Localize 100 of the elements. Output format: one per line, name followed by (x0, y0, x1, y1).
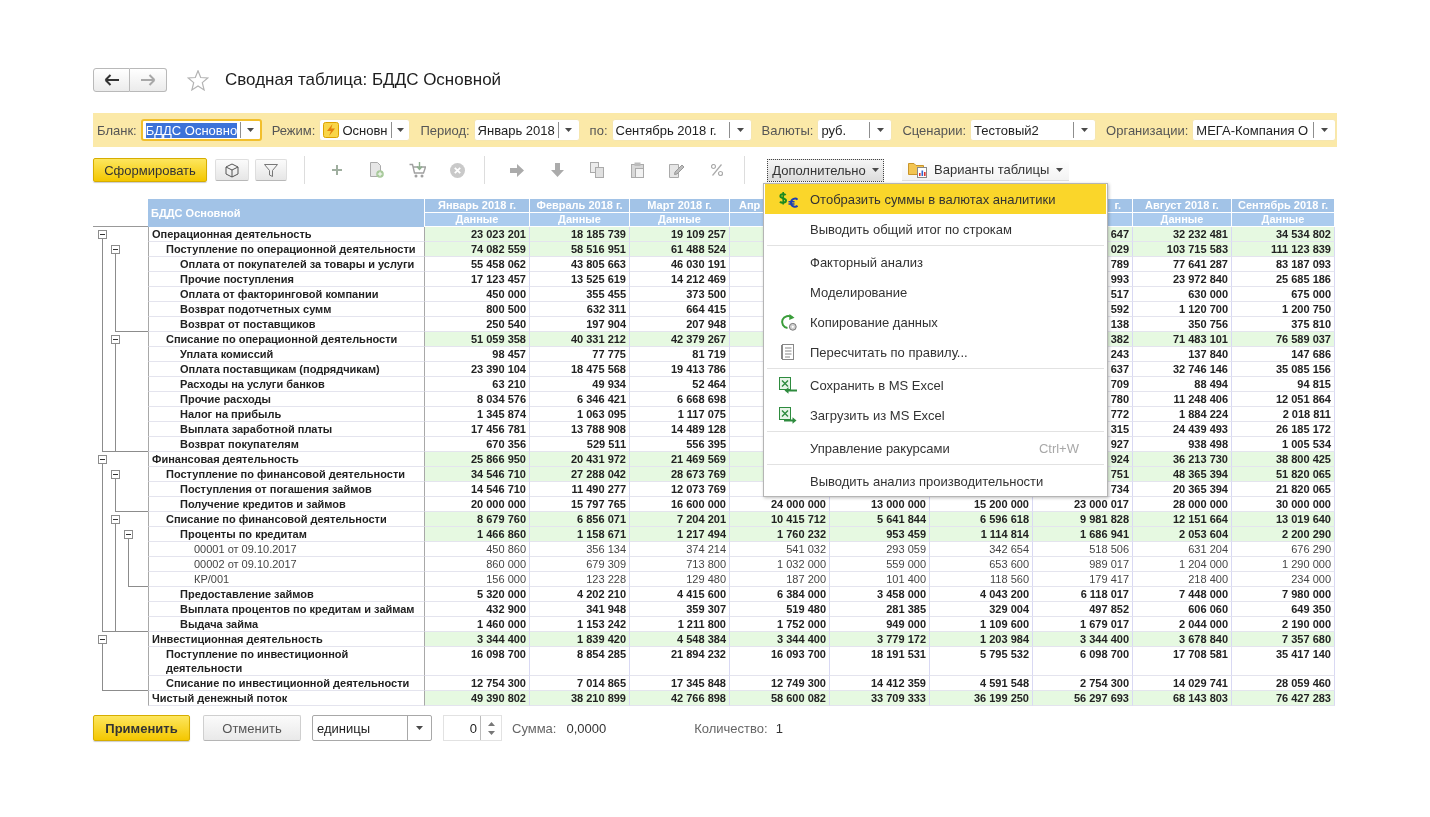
table-cell: 13 788 908 (530, 422, 630, 437)
table-cell: 432 900 (425, 602, 530, 617)
table-cell: 8 854 285 (530, 647, 630, 676)
table-cell: 12 073 769 (630, 482, 730, 497)
toolbar-button[interactable] (215, 159, 249, 181)
select-field[interactable]: Тестовый2 (970, 119, 1097, 141)
table-cell: 800 500 (425, 302, 530, 317)
table-cell: 18 191 531 (830, 647, 930, 676)
table-cell: 355 455 (530, 287, 630, 302)
row-label: Уплата комиссий (148, 347, 425, 362)
table-cell: 17 123 457 (425, 272, 530, 287)
table-cell: 1 839 420 (530, 632, 630, 647)
table-cell: 2 053 604 (1133, 527, 1232, 542)
refresh-gear-icon (779, 313, 797, 331)
caret-icon[interactable] (1081, 128, 1089, 132)
table-cell: 6 856 071 (530, 512, 630, 527)
table-cell: 1 117 075 (630, 407, 730, 422)
caret-icon[interactable] (246, 128, 254, 132)
table-cell: 36 213 730 (1133, 452, 1232, 467)
select-field[interactable]: МЕГА-Компания О (1192, 119, 1337, 141)
table-cell: 989 017 (1033, 557, 1133, 572)
select-field[interactable]: Сентябрь 2018 г. (611, 119, 752, 141)
caret-icon[interactable] (1321, 128, 1329, 132)
table-cell: 541 032 (730, 542, 830, 557)
count-value: 1 (775, 720, 783, 736)
table-cell: 559 000 (830, 557, 930, 572)
table-cell: 7 448 000 (1133, 587, 1232, 602)
minus-box-icon[interactable] (111, 515, 120, 524)
table-cell: 118 560 (930, 572, 1033, 587)
minus-box-icon[interactable] (111, 335, 120, 344)
spinner-arrows-icon[interactable] (487, 721, 495, 735)
filter-label: Организации: (1106, 122, 1189, 138)
column-header: Данные (630, 213, 730, 227)
select-field[interactable]: Основн (319, 119, 411, 141)
column-header: Данные (1133, 213, 1232, 227)
clipboard-icon[interactable] (630, 162, 644, 178)
caret-icon[interactable] (877, 128, 885, 132)
table-cell: 77 641 287 (1133, 257, 1232, 272)
caret-icon[interactable] (736, 128, 744, 132)
table-cell: 1 466 860 (425, 527, 530, 542)
sum-label: Сумма: (512, 720, 557, 736)
table-cell: 19 413 786 (630, 362, 730, 377)
table-cell: 71 483 101 (1133, 332, 1232, 347)
row-label: Выплата процентов по кредитам и займам (148, 602, 425, 617)
units-select[interactable]: единицы (312, 715, 432, 741)
table-cell: 25 685 186 (1232, 272, 1335, 287)
minus-box-icon[interactable] (98, 635, 107, 644)
table-cell: 19 109 257 (630, 227, 730, 242)
table-cell: 23 390 104 (425, 362, 530, 377)
table-cell: 1 200 750 (1232, 302, 1335, 317)
menu-item[interactable]: Управление ракурсами Ctrl+W (765, 433, 1106, 463)
table-cell: 7 204 201 (630, 512, 730, 527)
table-cell: 187 200 (730, 572, 830, 587)
table-cell: 1 686 941 (1033, 527, 1133, 542)
table-cell: 68 143 803 (1133, 691, 1232, 706)
number-field[interactable]: 0 (443, 715, 502, 741)
table-cell: 46 030 191 (630, 257, 730, 272)
row-label: Финансовая деятельность (148, 452, 425, 467)
table-cell: 34 534 802 (1232, 227, 1335, 242)
table-cell: 2 018 811 (1232, 407, 1335, 422)
select-field[interactable]: БДДС Основно (140, 119, 262, 141)
back-button[interactable] (93, 68, 130, 92)
row-label: Налог на прибыль (148, 407, 425, 422)
minus-box-icon[interactable] (124, 530, 133, 539)
row-label: Операционная деятельность (148, 227, 425, 242)
caret-icon[interactable] (416, 726, 423, 730)
row-label: Предоставление займов (148, 587, 425, 602)
generate-button[interactable]: Сформировать (93, 158, 207, 182)
table-cell: 179 417 (1033, 572, 1133, 587)
table-cell: 40 331 212 (530, 332, 630, 347)
filter-label: Период: (420, 122, 470, 138)
minus-box-icon[interactable] (111, 470, 120, 479)
cancel-button[interactable]: Отменить (203, 715, 301, 741)
table-cell: 1 760 232 (730, 527, 830, 542)
table-cell: 38 210 899 (530, 691, 630, 706)
caret-icon[interactable] (396, 128, 404, 132)
toolbar-button[interactable] (255, 159, 287, 181)
minus-box-icon[interactable] (98, 455, 107, 464)
menu-item[interactable]: Отобразить суммы в валютах аналитики (765, 184, 1106, 214)
table-cell: 6 118 017 (1033, 587, 1133, 602)
apply-button[interactable]: Применить (93, 715, 190, 741)
document-pencil-icon[interactable] (669, 162, 685, 178)
table-cell: 83 187 093 (1232, 257, 1335, 272)
row-label: Выдача займа (148, 617, 425, 632)
minus-box-icon[interactable] (111, 245, 120, 254)
more-button[interactable]: Дополнительно (767, 158, 884, 182)
star-icon[interactable] (187, 69, 209, 91)
table-cell: 137 840 (1133, 347, 1232, 362)
table-cell: 1 032 000 (730, 557, 830, 572)
arrow-right-icon (140, 74, 156, 86)
column-header: Сентябрь 2018 г. (1232, 199, 1335, 213)
minus-box-icon[interactable] (98, 230, 107, 239)
cart-arrow-icon[interactable] (408, 162, 426, 178)
table-cell: 103 715 583 (1133, 242, 1232, 257)
select-field[interactable]: руб. (817, 119, 893, 141)
select-field[interactable]: Январь 2018 (473, 119, 580, 141)
table-cell: 21 469 569 (630, 452, 730, 467)
caret-icon[interactable] (565, 128, 573, 132)
table-cell: 12 151 664 (1133, 512, 1232, 527)
table-cell: 42 379 267 (630, 332, 730, 347)
